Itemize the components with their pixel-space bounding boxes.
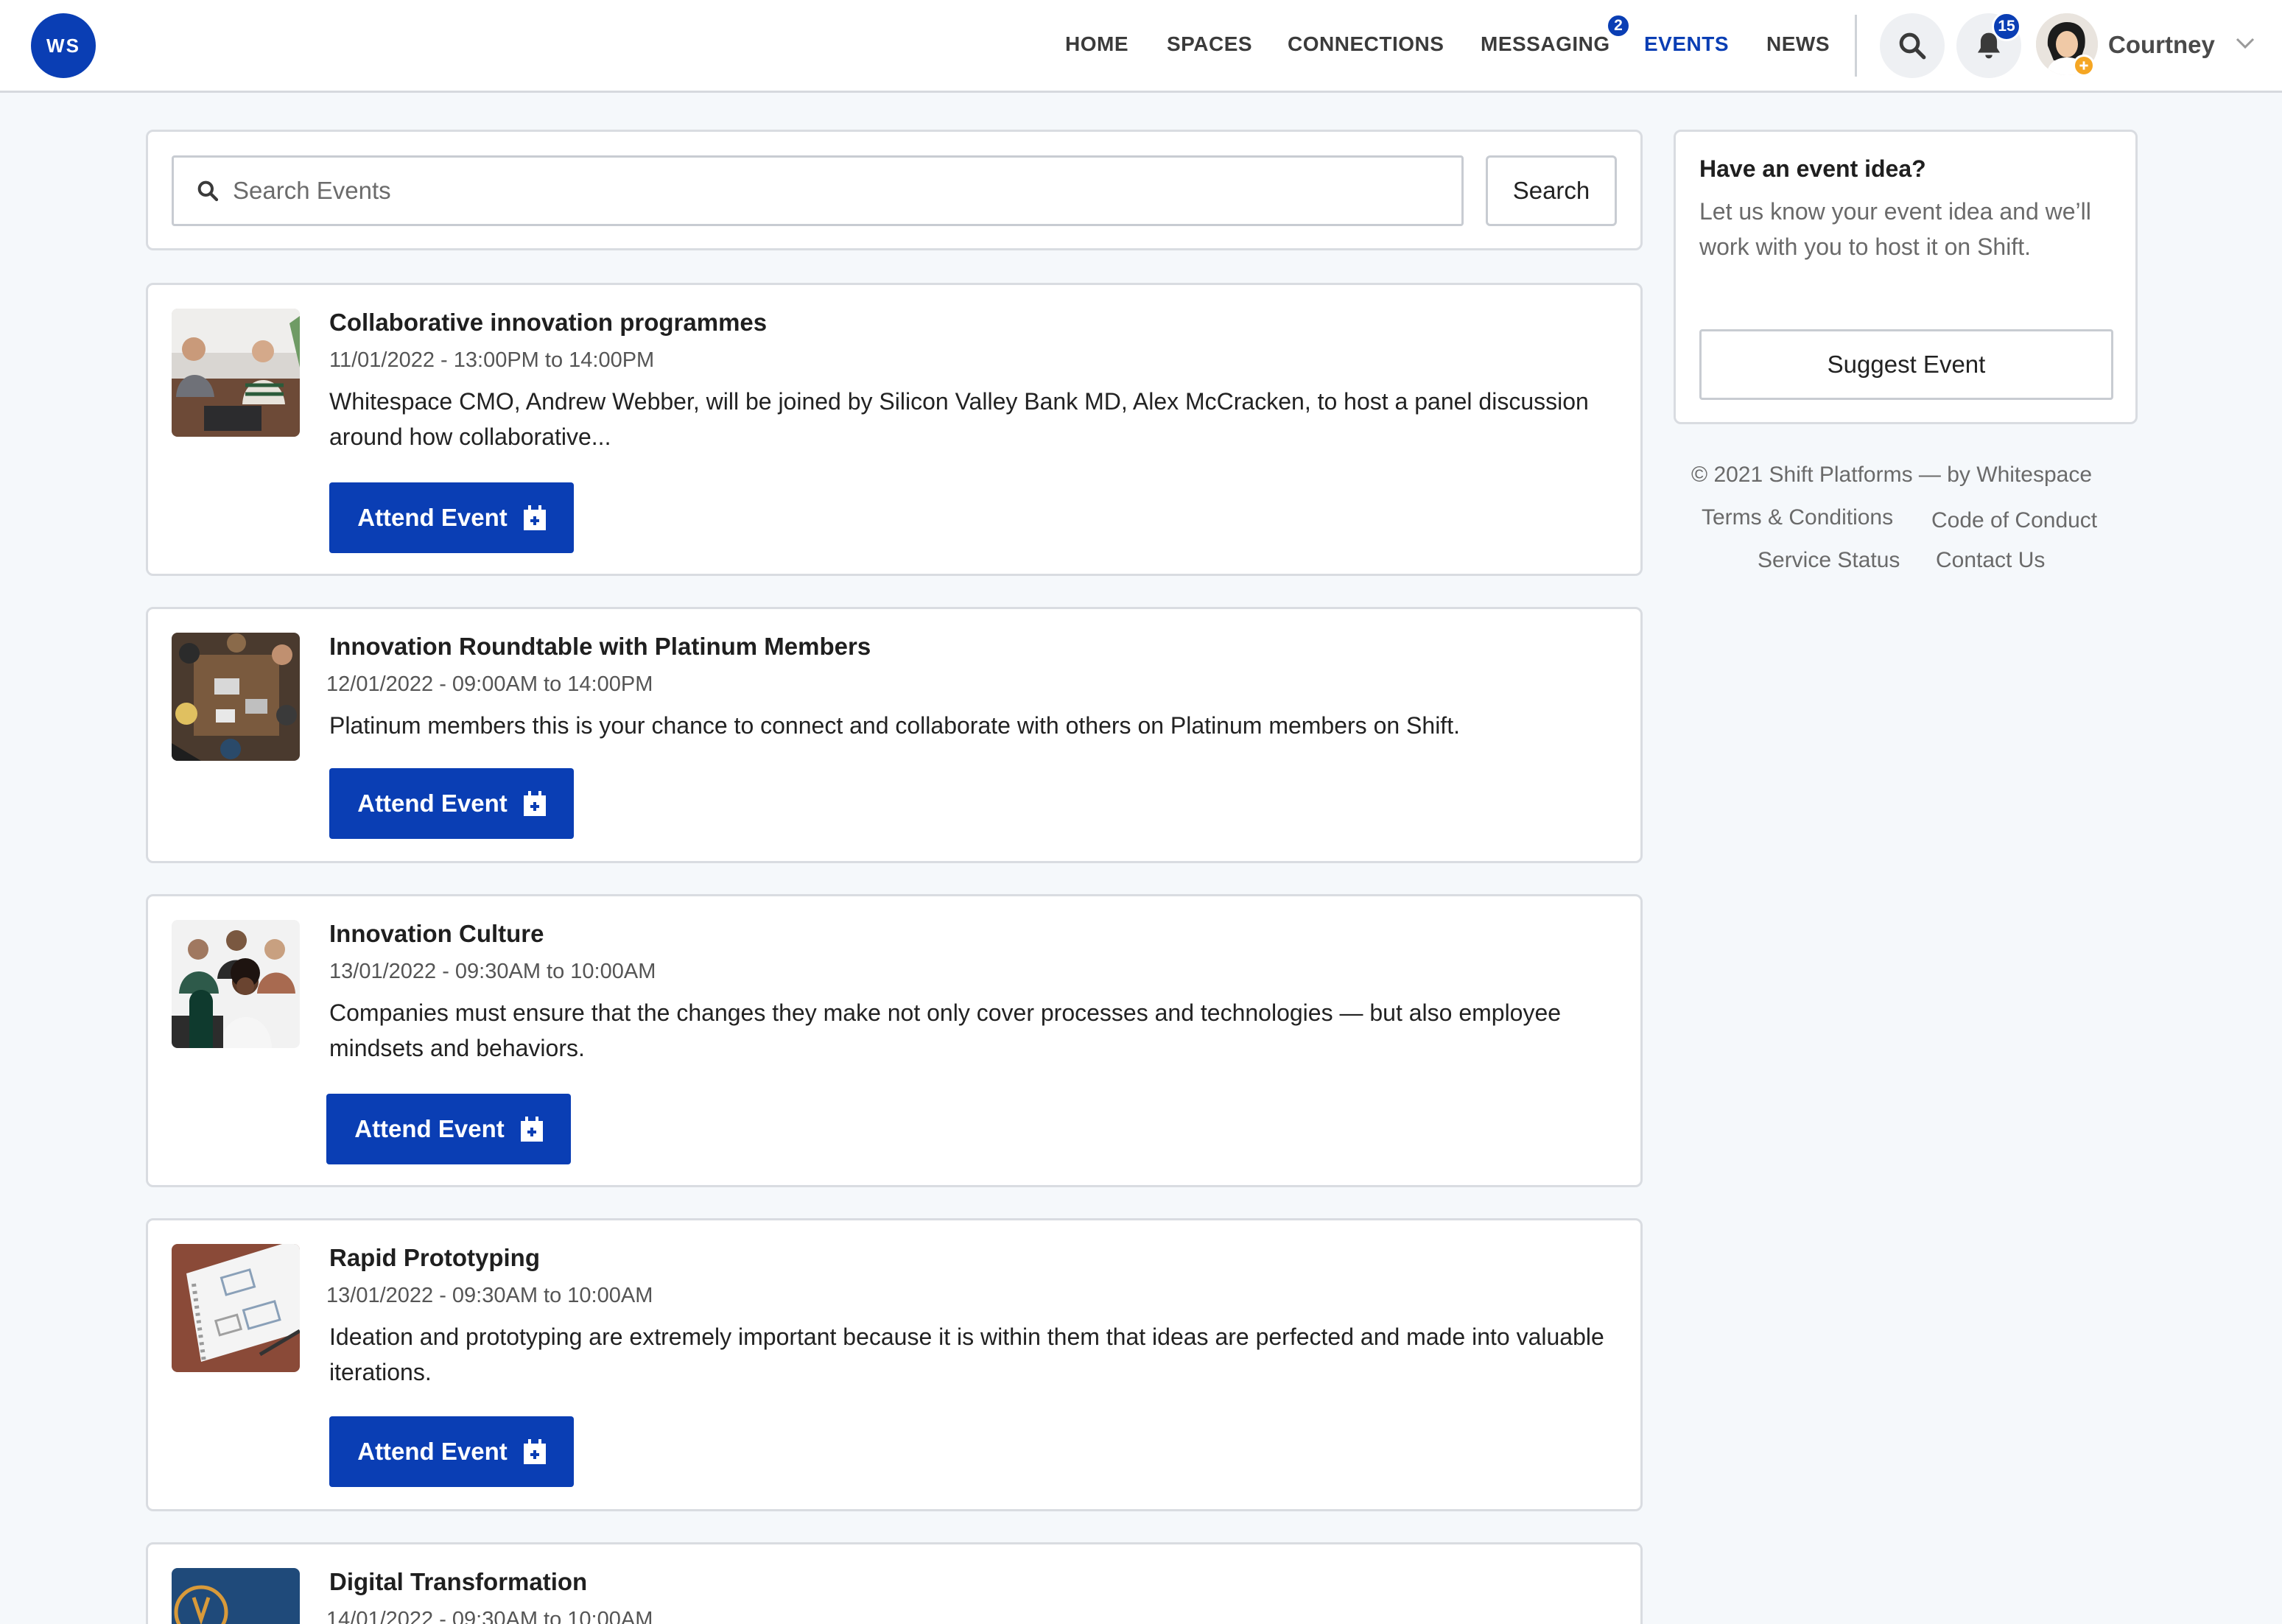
search-events-input[interactable] [233,177,1441,205]
nav-connections[interactable]: CONNECTIONS [1288,32,1444,56]
event-thumbnail[interactable] [172,1244,300,1372]
calendar-plus-icon [520,1117,543,1142]
event-thumbnail[interactable] [172,1568,300,1624]
nav-spaces[interactable]: SPACES [1167,32,1252,56]
search-icon [1899,32,1926,60]
search-button[interactable]: Search [1486,155,1617,226]
calendar-plus-icon [523,505,546,530]
attend-event-button[interactable]: Attend Event [329,768,574,839]
user-name[interactable]: Courtney [2108,31,2215,59]
event-date: 14/01/2022 - 09:30AM to 10:00AM [326,1608,653,1624]
attend-event-label: Attend Event [357,504,508,531]
event-thumbnail[interactable] [172,309,300,437]
calendar-plus-icon [523,1439,546,1464]
event-description: Companies must ensure that the changes t… [329,999,1562,1061]
event-search-card: Search [146,130,1643,250]
footer-link-service-status[interactable]: Service Status [1758,548,1900,573]
footer-copyright: © 2021 Shift Platforms — by Whitespace [1691,463,2092,487]
attend-event-button[interactable]: Attend Event [329,482,574,553]
footer-link-terms[interactable]: Terms & Conditions [1702,505,1893,530]
event-description: Ideation and prototyping are extremely i… [329,1324,1604,1385]
event-date: 13/01/2022 - 09:30AM to 10:00AM [326,1284,653,1307]
event-card: Innovation Roundtable with Platinum Memb… [146,607,1643,863]
footer-link-code-of-conduct[interactable]: Code of Conduct [1931,508,2097,533]
event-title[interactable]: Innovation Roundtable with Platinum Memb… [329,633,871,661]
event-date: 13/01/2022 - 09:30AM to 10:00AM [329,960,656,983]
event-date: 11/01/2022 - 13:00PM to 14:00PM [329,348,655,372]
event-title[interactable]: Rapid Prototyping [329,1244,540,1272]
nav-messaging[interactable]: MESSAGING [1481,32,1610,56]
attend-event-label: Attend Event [354,1115,505,1142]
event-card: Innovation Culture 13/01/2022 - 09:30AM … [146,894,1643,1187]
notifications-count-badge: 15 [1992,12,2021,41]
event-card: Collaborative innovation programmes 11/0… [146,283,1643,576]
event-title[interactable]: Innovation Culture [329,920,544,948]
event-title[interactable]: Digital Transformation [329,1568,587,1596]
event-idea-card: Have an event idea? Let us know your eve… [1674,130,2138,424]
event-description: Whitespace CMO, Andrew Webber, will be j… [329,388,1589,450]
nav-events[interactable]: EVENTS [1644,32,1729,56]
nav-home[interactable]: HOME [1065,32,1128,56]
plus-badge-icon [2073,55,2095,77]
event-thumbnail[interactable] [172,920,300,1048]
messaging-count-badge: 2 [1606,13,1631,38]
suggest-event-button[interactable]: Suggest Event [1699,329,2113,400]
event-title[interactable]: Collaborative innovation programmes [329,309,767,337]
event-idea-text: Let us know your event idea and we’ll wo… [1699,198,2091,260]
footer-link-contact-us[interactable]: Contact Us [1936,548,2045,573]
event-thumbnail[interactable] [172,633,300,761]
event-description: Platinum members this is your chance to … [329,712,1460,739]
event-idea-title: Have an event idea? [1699,155,1926,182]
top-navigation-bar: WS HOME SPACES CONNECTIONS MESSAGING 2 E… [0,0,2282,93]
search-field[interactable] [172,155,1464,226]
event-card: Rapid Prototyping 13/01/2022 - 09:30AM t… [146,1218,1643,1511]
nav-news[interactable]: NEWS [1766,32,1830,56]
attend-event-label: Attend Event [357,1438,508,1465]
search-icon [197,180,219,202]
event-card: Digital Transformation 14/01/2022 - 09:3… [146,1542,1643,1624]
nav-divider [1855,15,1857,77]
calendar-plus-icon [523,791,546,816]
attend-event-button[interactable]: Attend Event [326,1094,571,1164]
attend-event-label: Attend Event [357,790,508,817]
chevron-down-icon[interactable] [2235,37,2255,50]
attend-event-button[interactable]: Attend Event [329,1416,574,1487]
event-date: 12/01/2022 - 09:00AM to 14:00PM [326,672,653,696]
brand-logo[interactable]: WS [31,13,96,78]
global-search-button[interactable] [1880,13,1945,78]
